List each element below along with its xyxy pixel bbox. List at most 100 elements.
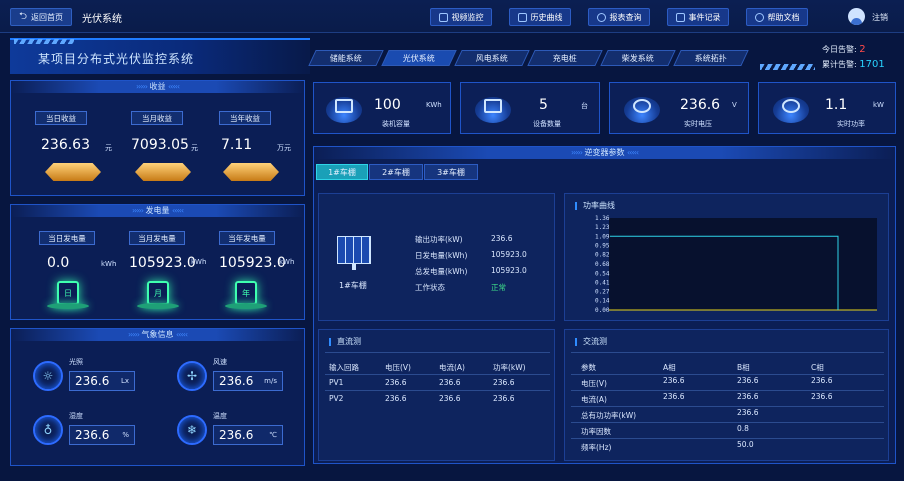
y-tick-label: 0.27: [595, 289, 610, 296]
ac-panel: 交流测 参数 A相 B相 C相 电压(V) 236.6 236.6 236.6 …: [564, 329, 889, 461]
battery-icon: [326, 97, 362, 123]
document-icon: [675, 12, 685, 22]
income-title: 收益: [149, 82, 166, 91]
temperature-unit: ℃: [269, 431, 277, 439]
history-curve-button[interactable]: 历史曲线: [509, 8, 571, 26]
kpi-power: 1.1 kW 实时功率: [758, 82, 896, 134]
dc-title: 直流测: [329, 336, 361, 347]
sun-icon: ☼: [33, 361, 63, 391]
app-title: 光伏系统: [82, 14, 122, 25]
plot-area: [609, 218, 877, 310]
tab-storage[interactable]: 储能系统: [308, 50, 384, 66]
tab-charger[interactable]: 充电桩: [527, 50, 603, 66]
param-value: 105923.0: [491, 266, 527, 275]
humidity-box: 236.6%: [69, 425, 135, 445]
tab-pv[interactable]: 光伏系统: [381, 50, 457, 66]
dc-header: 输入回路: [329, 363, 359, 372]
kpi-devices-unit: 台: [581, 102, 588, 110]
ac-cell: 50.0: [737, 440, 754, 449]
user-icon: [851, 18, 862, 25]
inverter-info: 1#车棚 输出功率(kW) 236.6 日发电量(kWh) 105923.0 总…: [318, 193, 555, 321]
dc-cell: 236.6: [493, 378, 515, 387]
income-year-label: 当年收益: [219, 111, 271, 125]
humidity-label: 湿度: [69, 412, 83, 420]
wind-unit: m/s: [264, 377, 277, 385]
income-day-unit: 元: [105, 144, 112, 152]
ac-header: B相: [737, 363, 750, 372]
dc-cell: 236.6: [385, 378, 407, 387]
kpi-voltage-label: 实时电压: [684, 120, 712, 128]
tab-topology[interactable]: 系统拓扑: [673, 50, 749, 66]
ac-title: 交流测: [575, 336, 607, 347]
divider: [325, 374, 550, 375]
dc-cell: 236.6: [385, 394, 407, 403]
ac-header: 参数: [581, 363, 596, 372]
gold-bar-icon: [135, 163, 191, 181]
report-query-label: 报表查询: [609, 12, 642, 22]
history-curve-label: 历史曲线: [530, 12, 563, 22]
alarm-total-value: 1701: [859, 59, 885, 70]
param-label: 工作状态: [415, 283, 445, 292]
ac-header: A相: [663, 363, 676, 372]
glow-base: [225, 303, 267, 309]
kpi-devices-value: 5: [539, 97, 548, 113]
tab-wind[interactable]: 风电系统: [454, 50, 530, 66]
calendar-year-icon: 年: [235, 281, 257, 305]
wind-box: 236.6 m/s: [213, 371, 283, 391]
y-tick-label: 0.00: [595, 307, 610, 314]
param-label: 日发电量(kWh): [415, 251, 468, 260]
back-home-label: 返回首页: [31, 12, 63, 22]
ac-cell: 电压(V): [581, 379, 607, 388]
tab-diesel[interactable]: 柴发系统: [600, 50, 676, 66]
temperature-box: 236.6 ℃: [213, 425, 283, 445]
y-tick-label: 0.54: [595, 270, 610, 277]
pulse-icon: [773, 97, 809, 123]
kpi-devices: 5 台 设备数量: [460, 82, 600, 134]
dc-cell: 236.6: [439, 378, 461, 387]
tab-shed-1[interactable]: 1#车棚: [316, 164, 368, 180]
power-curve-panel: 功率曲线 1.36 1.23 1.09 0.95 0.82 0.68 0.54 0.41 0.2…: [564, 193, 889, 321]
y-tick-label: 1.09: [595, 233, 610, 240]
ac-cell: 总有功功率(kW): [581, 411, 637, 420]
back-home-button[interactable]: ⮌ 返回首页: [10, 8, 72, 26]
ac-cell: 频率(Hz): [581, 443, 612, 452]
gen-month-unit: kWh: [191, 258, 207, 266]
divider: [571, 406, 884, 407]
help-docs-button[interactable]: 帮助文档: [746, 8, 808, 26]
gold-bar-icon: [45, 163, 101, 181]
solar-panel-icon: [337, 236, 371, 264]
income-day-value: 236.63: [41, 137, 90, 153]
help-docs-label: 帮助文档: [767, 12, 800, 22]
param-value: 236.6: [491, 234, 513, 243]
tab-wind-label: 风电系统: [476, 53, 508, 63]
param-value: 105923.0: [491, 250, 527, 259]
income-panel-title: ››››› 收益 ‹‹‹‹‹: [11, 81, 304, 93]
avatar[interactable]: [848, 8, 865, 25]
kpi-voltage-value: 236.6: [680, 97, 721, 113]
divider: [571, 390, 884, 391]
tab-shed-3[interactable]: 3#车棚: [424, 164, 478, 180]
video-monitor-button[interactable]: 视频监控: [430, 8, 492, 26]
event-log-button[interactable]: 事件记录: [667, 8, 729, 26]
y-tick-label: 0.14: [595, 298, 610, 305]
ac-cell: 0.8: [737, 424, 749, 433]
ac-header: C相: [811, 363, 824, 372]
chart-icon: [517, 12, 527, 22]
video-monitor-label: 视频监控: [451, 12, 484, 22]
droplet-icon: ♁: [33, 415, 63, 445]
alarm-today-value: 2: [859, 44, 866, 55]
kpi-voltage-unit: V: [732, 101, 737, 109]
inverter-panel: ››››› 逆变器参数 ‹‹‹‹‹ 1#车棚 2#车棚 3#车棚 1#车棚 输出…: [313, 146, 896, 464]
wind-value: 236.6: [219, 374, 254, 388]
humidity-unit: %: [122, 431, 129, 439]
tab-storage-label: 储能系统: [330, 53, 362, 63]
report-query-button[interactable]: 报表查询: [588, 8, 650, 26]
alarm-today-label: 今日告警:: [822, 45, 857, 54]
kpi-devices-label: 设备数量: [533, 120, 561, 128]
tab-shed-2[interactable]: 2#车棚: [369, 164, 423, 180]
server-icon: [475, 97, 511, 123]
kpi-capacity-unit: KWh: [426, 101, 442, 109]
y-tick-label: 1.23: [595, 224, 610, 231]
ac-cell: 236.6: [811, 376, 833, 385]
logout-link[interactable]: 注销: [872, 12, 888, 23]
